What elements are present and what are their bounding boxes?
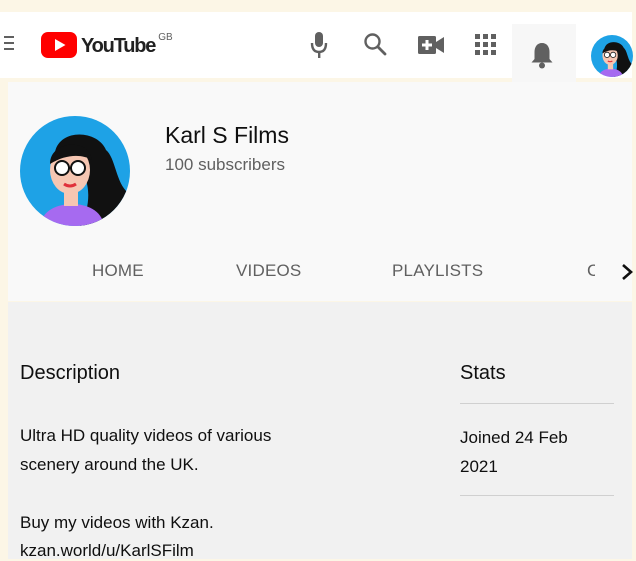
stats-heading: Stats xyxy=(460,362,506,384)
notifications-button[interactable] xyxy=(512,24,576,84)
tab-playlists[interactable]: PLAYLISTS xyxy=(392,261,483,281)
description-line: scenery around the UK. xyxy=(20,455,199,474)
tab-videos[interactable]: VIDEOS xyxy=(236,261,301,281)
joined-date: Joined 24 Feb 2021 xyxy=(460,428,568,476)
microphone-icon[interactable] xyxy=(310,31,328,59)
description-heading: Description xyxy=(20,362,121,384)
youtube-logo[interactable]: YouTube GB xyxy=(41,31,173,59)
avatar-illustration xyxy=(20,116,130,226)
channel-name: Karl S Films xyxy=(165,122,289,148)
create-video-icon[interactable] xyxy=(418,36,444,54)
tab-community-partial[interactable]: C xyxy=(583,254,595,284)
stats-divider xyxy=(460,403,614,404)
chevron-right-icon[interactable] xyxy=(620,263,634,281)
hamburger-menu-icon[interactable] xyxy=(4,36,16,50)
tab-home[interactable]: HOME xyxy=(92,261,144,281)
about-section: Description Ultra HD quality videos of v… xyxy=(8,302,632,561)
channel-avatar[interactable] xyxy=(20,116,130,226)
logo-text: YouTube xyxy=(81,34,156,57)
top-app-bar: YouTube GB xyxy=(0,12,633,84)
tab-community-label: C xyxy=(587,261,595,280)
bell-icon xyxy=(531,43,553,69)
description-line: Ultra HD quality videos of various xyxy=(20,426,272,445)
avatar-illustration xyxy=(591,35,633,77)
apps-grid-icon[interactable] xyxy=(475,34,497,56)
channel-header: Karl S Films 100 subscribers HOME VIDEOS… xyxy=(8,82,634,301)
description-line: Buy my videos with Kzan. xyxy=(20,513,214,532)
youtube-play-icon xyxy=(41,32,77,58)
stats-divider xyxy=(460,495,614,496)
search-icon[interactable] xyxy=(363,32,387,56)
page: YouTube GB Karl S Films 100 subscribers … xyxy=(0,0,636,561)
subscriber-count: 100 subscribers xyxy=(165,155,286,174)
account-avatar[interactable] xyxy=(591,35,633,77)
description-link[interactable]: kzan.world/u/KarlSFilm xyxy=(20,541,194,561)
country-code: GB xyxy=(158,31,173,43)
